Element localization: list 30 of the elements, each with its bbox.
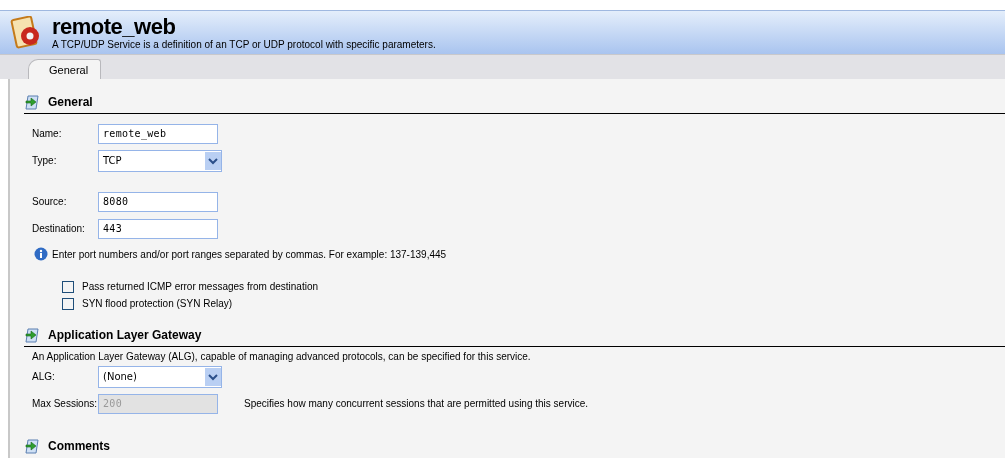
field-label: Source: [32, 196, 68, 207]
section-heading: Application Layer Gateway [48, 328, 202, 342]
checkbox[interactable] [62, 297, 74, 310]
field-label: ALG: [32, 371, 56, 382]
field-label: Max Sessions: [32, 398, 98, 409]
dropdown[interactable]: TCP [98, 149, 222, 172]
info-icon [34, 247, 48, 261]
input-field[interactable]: 8080 [98, 191, 218, 212]
caret-icon [205, 151, 221, 170]
tab[interactable]: General [28, 59, 102, 79]
section-arrow-icon [24, 438, 40, 454]
section-heading: Comments [48, 439, 110, 453]
section-heading: General [48, 95, 93, 109]
field-hint: Specifies how many concurrent sessions that are permitted using this service. [244, 398, 589, 409]
section-description: An Application Layer Gateway (ALG), capable of managing advanced protocols, can be specified for this service. [31, 349, 532, 363]
checkbox-label: SYN flood protection (SYN Relay) [82, 298, 233, 309]
field-label: Destination: [32, 223, 86, 234]
field-label: Name: [32, 128, 63, 139]
section-arrow-icon [24, 327, 40, 343]
input-field[interactable]: remote_web [98, 123, 218, 144]
dropdown[interactable]: (None) [98, 365, 222, 388]
caret-icon [205, 367, 221, 386]
checkbox-label: Pass returned ICMP error messages from destination [82, 281, 319, 292]
field-label: Type: [32, 155, 58, 166]
page-title: remote_web [52, 14, 177, 39]
input-field[interactable]: 443 [98, 218, 218, 239]
section-arrow-icon [24, 94, 40, 110]
info-text: Enter port numbers and/or port ranges separated by commas. For example: 137-139,445 [52, 248, 447, 260]
page-subtitle: A TCP/UDP Service is a definition of an TCP or UDP protocol with specific parameters. [52, 38, 436, 51]
checkbox[interactable] [62, 280, 74, 293]
